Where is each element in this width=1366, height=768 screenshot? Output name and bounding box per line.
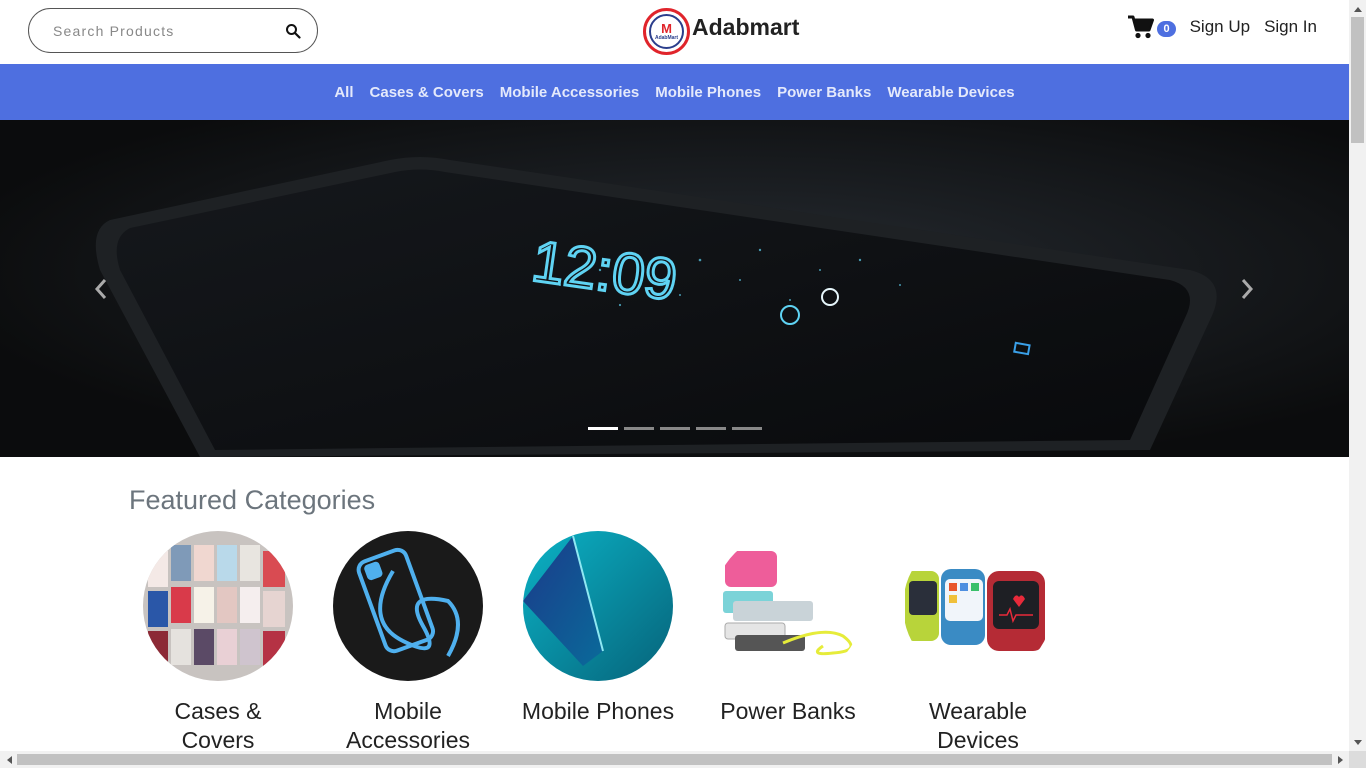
carousel-prev-button[interactable] [86,272,116,306]
signup-link[interactable]: Sign Up [1190,17,1250,37]
chevron-right-icon [1241,279,1254,299]
nav-item-all[interactable]: All [334,84,353,101]
category-label: Power Banks [720,698,856,724]
search-bar [28,8,318,53]
scroll-right-icon[interactable] [1332,751,1349,768]
cases-image [143,531,293,681]
nav-item-mobile-accessories[interactable]: Mobile Accessories [500,84,640,101]
wearables-image [903,531,1053,681]
category-card-cases[interactable]: Cases & Covers [123,531,313,755]
nav-item-cases-covers[interactable]: Cases & Covers [370,84,484,101]
nav-item-wearable-devices[interactable]: Wearable Devices [887,84,1014,101]
vertical-scrollbar[interactable] [1349,0,1366,751]
carousel-next-button[interactable] [1232,272,1262,306]
signin-link[interactable]: Sign In [1264,17,1317,37]
category-label: Mobile Accessories [346,698,470,753]
chevron-left-icon [94,279,107,299]
search-input[interactable] [53,22,273,39]
carousel-indicator[interactable] [732,427,762,430]
category-card-phones[interactable]: Mobile Phones [503,531,693,755]
logo-mark: M [661,20,672,36]
site-header: M AdabMart Adabmart 0 Sign Up Sign In [0,0,1349,64]
nav-item-mobile-phones[interactable]: Mobile Phones [655,84,761,101]
carousel-indicator[interactable] [696,427,726,430]
cart-icon[interactable] [1127,14,1155,40]
featured-categories: Cases & Covers Mobile Accessories Mobile… [123,531,1073,755]
hero-carousel: 12:09 [0,120,1349,457]
header-actions: 0 Sign Up Sign In [1127,14,1317,40]
carousel-indicator[interactable] [588,427,618,430]
carousel-indicators [588,427,768,430]
nav-item-power-banks[interactable]: Power Banks [777,84,871,101]
horizontal-scrollbar[interactable] [0,751,1349,768]
vertical-scroll-thumb[interactable] [1351,17,1364,143]
category-card-accessories[interactable]: Mobile Accessories [313,531,503,755]
category-label: Cases & Covers [174,698,262,753]
brand-link[interactable]: M AdabMart Adabmart [643,8,799,55]
brand-logo: M AdabMart [643,8,690,55]
category-card-wearables[interactable]: Wearable Devices [883,531,1073,755]
cart-count-badge: 0 [1157,21,1176,37]
category-nav: All Cases & Covers Mobile Accessories Mo… [0,64,1349,120]
category-card-powerbanks[interactable]: Power Banks [693,531,883,755]
hero-phone-image: 12:09 [0,120,1349,457]
scroll-down-icon[interactable] [1349,734,1366,751]
carousel-indicator[interactable] [624,427,654,430]
category-label: Wearable Devices [928,698,1028,753]
search-icon[interactable] [285,23,301,39]
brand-name: Adabmart [692,14,800,40]
scroll-up-icon[interactable] [1349,0,1366,17]
logo-text: AdabMart [654,34,679,41]
scroll-left-icon[interactable] [0,751,17,768]
carousel-indicator[interactable] [660,427,690,430]
horizontal-scroll-thumb[interactable] [17,754,1332,765]
scrollbar-corner [1349,751,1366,768]
powerbanks-image [713,531,863,681]
accessories-image [333,531,483,681]
category-label: Mobile Phones [521,698,675,724]
featured-categories-title: Featured Categories [129,485,376,515]
phones-image [523,531,673,681]
